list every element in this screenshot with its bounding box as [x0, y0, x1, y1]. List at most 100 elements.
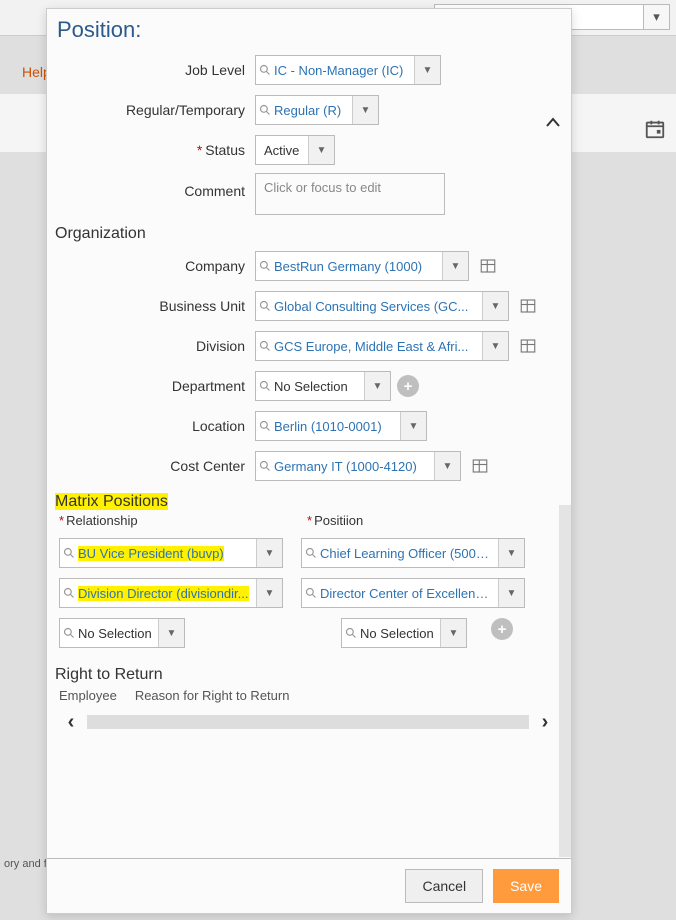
- position-value: Director Center of Excellence ...: [320, 586, 498, 601]
- rtr-heading: Right to Return: [55, 666, 561, 684]
- cancel-button[interactable]: Cancel: [405, 869, 483, 903]
- status-select[interactable]: Active ▼: [255, 135, 335, 165]
- matrix-heading-text: Matrix Positions: [55, 493, 168, 510]
- relationship-picker[interactable]: BU Vice President (buvp) ▼: [59, 538, 283, 568]
- add-matrix-row-button[interactable]: +: [491, 618, 513, 640]
- search-icon: [60, 587, 78, 599]
- job-level-picker[interactable]: IC - Non-Manager (IC) ▼: [255, 55, 441, 85]
- relationship-value: BU Vice President (buvp): [78, 546, 256, 561]
- chevron-down-icon[interactable]: ▼: [498, 539, 524, 567]
- row-cost-center: Cost Center Germany IT (1000-4120) ▼: [55, 449, 561, 483]
- row-division: Division GCS Europe, Middle East & Afri.…: [55, 329, 561, 363]
- chevron-down-icon[interactable]: ▼: [498, 579, 524, 607]
- label-status: Status: [55, 142, 255, 158]
- division-value: GCS Europe, Middle East & Afri...: [274, 339, 482, 354]
- col-position: Positiion: [307, 513, 363, 528]
- department-picker[interactable]: No Selection ▼: [255, 371, 391, 401]
- regular-picker[interactable]: Regular (R) ▼: [255, 95, 379, 125]
- chevron-down-icon[interactable]: ▼: [400, 412, 426, 440]
- horizontal-scrollbar: ‹ ›: [55, 709, 561, 735]
- row-comment: Comment Click or focus to edit: [55, 173, 561, 215]
- label-company: Company: [55, 258, 255, 274]
- matrix-heading: Matrix Positions: [55, 493, 561, 511]
- relationship-text: BU Vice President (buvp): [78, 546, 224, 561]
- col-employee: Employee: [59, 688, 117, 703]
- relationship-text: Division Director (divisiondir...: [78, 586, 249, 601]
- chevron-down-icon[interactable]: ▼: [482, 332, 508, 360]
- search-icon: [256, 104, 274, 116]
- location-picker[interactable]: Berlin (1010-0001) ▼: [255, 411, 427, 441]
- details-icon[interactable]: [477, 255, 499, 277]
- label-business-unit: Business Unit: [55, 298, 255, 314]
- scroll-left-button[interactable]: ‹: [59, 710, 83, 734]
- job-level-value: IC - Non-Manager (IC): [274, 63, 414, 78]
- comment-placeholder: Click or focus to edit: [264, 180, 381, 195]
- label-division: Division: [55, 338, 255, 354]
- details-icon[interactable]: [517, 335, 539, 357]
- details-icon[interactable]: [517, 295, 539, 317]
- search-icon: [256, 260, 274, 272]
- label-location: Location: [55, 418, 255, 434]
- label-cost-center: Cost Center: [55, 458, 255, 474]
- row-status: Status Active ▼: [55, 133, 561, 167]
- scroll-track[interactable]: [87, 715, 529, 729]
- status-value: Active: [256, 143, 308, 158]
- chevron-down-icon[interactable]: ▼: [482, 292, 508, 320]
- search-icon: [256, 420, 274, 432]
- company-value: BestRun Germany (1000): [274, 259, 442, 274]
- global-search-dropdown[interactable]: ▾: [644, 4, 670, 30]
- search-icon: [302, 547, 320, 559]
- row-company: Company BestRun Germany (1000) ▼: [55, 249, 561, 283]
- cost-center-value: Germany IT (1000-4120): [274, 459, 434, 474]
- position-value: Chief Learning Officer (500142...: [320, 546, 498, 561]
- position-dialog: Position: Job Level IC - Non-Manager (IC…: [46, 8, 572, 914]
- relationship-picker[interactable]: Division Director (divisiondir... ▼: [59, 578, 283, 608]
- search-icon: [256, 340, 274, 352]
- relationship-picker[interactable]: No Selection ▼: [59, 618, 185, 648]
- chevron-down-icon[interactable]: ▼: [434, 452, 460, 480]
- matrix-columns: Relationship Positiion: [55, 513, 561, 528]
- position-picker[interactable]: Chief Learning Officer (500142... ▼: [301, 538, 525, 568]
- label-comment: Comment: [55, 173, 255, 199]
- row-location: Location Berlin (1010-0001) ▼: [55, 409, 561, 443]
- chevron-down-icon[interactable]: ▼: [352, 96, 378, 124]
- chevron-down-icon[interactable]: ▼: [440, 619, 466, 647]
- position-picker[interactable]: Director Center of Excellence ... ▼: [301, 578, 525, 608]
- label-job-level: Job Level: [55, 62, 255, 78]
- company-picker[interactable]: BestRun Germany (1000) ▼: [255, 251, 469, 281]
- details-icon[interactable]: [469, 455, 491, 477]
- chevron-down-icon[interactable]: ▼: [256, 539, 282, 567]
- collapse-section-button[interactable]: [543, 113, 563, 133]
- cost-center-picker[interactable]: Germany IT (1000-4120) ▼: [255, 451, 461, 481]
- dialog-body: Job Level IC - Non-Manager (IC) ▼ Regula…: [47, 47, 571, 858]
- calendar-icon[interactable]: [644, 118, 666, 140]
- matrix-row: No Selection ▼ No Selection ▼ +: [55, 618, 561, 648]
- chevron-down-icon[interactable]: ▼: [308, 136, 334, 164]
- search-icon: [256, 460, 274, 472]
- label-department: Department: [55, 378, 255, 394]
- row-department: Department No Selection ▼ +: [55, 369, 561, 403]
- organization-heading: Organization: [55, 225, 561, 243]
- chevron-down-icon[interactable]: ▼: [158, 619, 184, 647]
- vertical-scrollbar[interactable]: [559, 505, 571, 857]
- rtr-columns: Employee Reason for Right to Return: [59, 688, 561, 703]
- save-button[interactable]: Save: [493, 869, 559, 903]
- col-reason: Reason for Right to Return: [135, 688, 290, 703]
- position-picker[interactable]: No Selection ▼: [341, 618, 467, 648]
- scroll-right-button[interactable]: ›: [533, 710, 557, 734]
- business-unit-picker[interactable]: Global Consulting Services (GC... ▼: [255, 291, 509, 321]
- regular-value: Regular (R): [274, 103, 352, 118]
- dialog-footer: Cancel Save: [47, 858, 571, 913]
- comment-input[interactable]: Click or focus to edit: [255, 173, 445, 215]
- search-icon: [256, 64, 274, 76]
- chevron-down-icon[interactable]: ▼: [256, 579, 282, 607]
- chevron-down-icon[interactable]: ▼: [442, 252, 468, 280]
- label-regular: Regular/Temporary: [55, 102, 255, 118]
- department-value: No Selection: [274, 379, 364, 394]
- row-regular: Regular/Temporary Regular (R) ▼: [55, 93, 561, 127]
- chevron-down-icon[interactable]: ▼: [414, 56, 440, 84]
- location-value: Berlin (1010-0001): [274, 419, 400, 434]
- chevron-down-icon[interactable]: ▼: [364, 372, 390, 400]
- division-picker[interactable]: GCS Europe, Middle East & Afri... ▼: [255, 331, 509, 361]
- add-department-button[interactable]: +: [397, 375, 419, 397]
